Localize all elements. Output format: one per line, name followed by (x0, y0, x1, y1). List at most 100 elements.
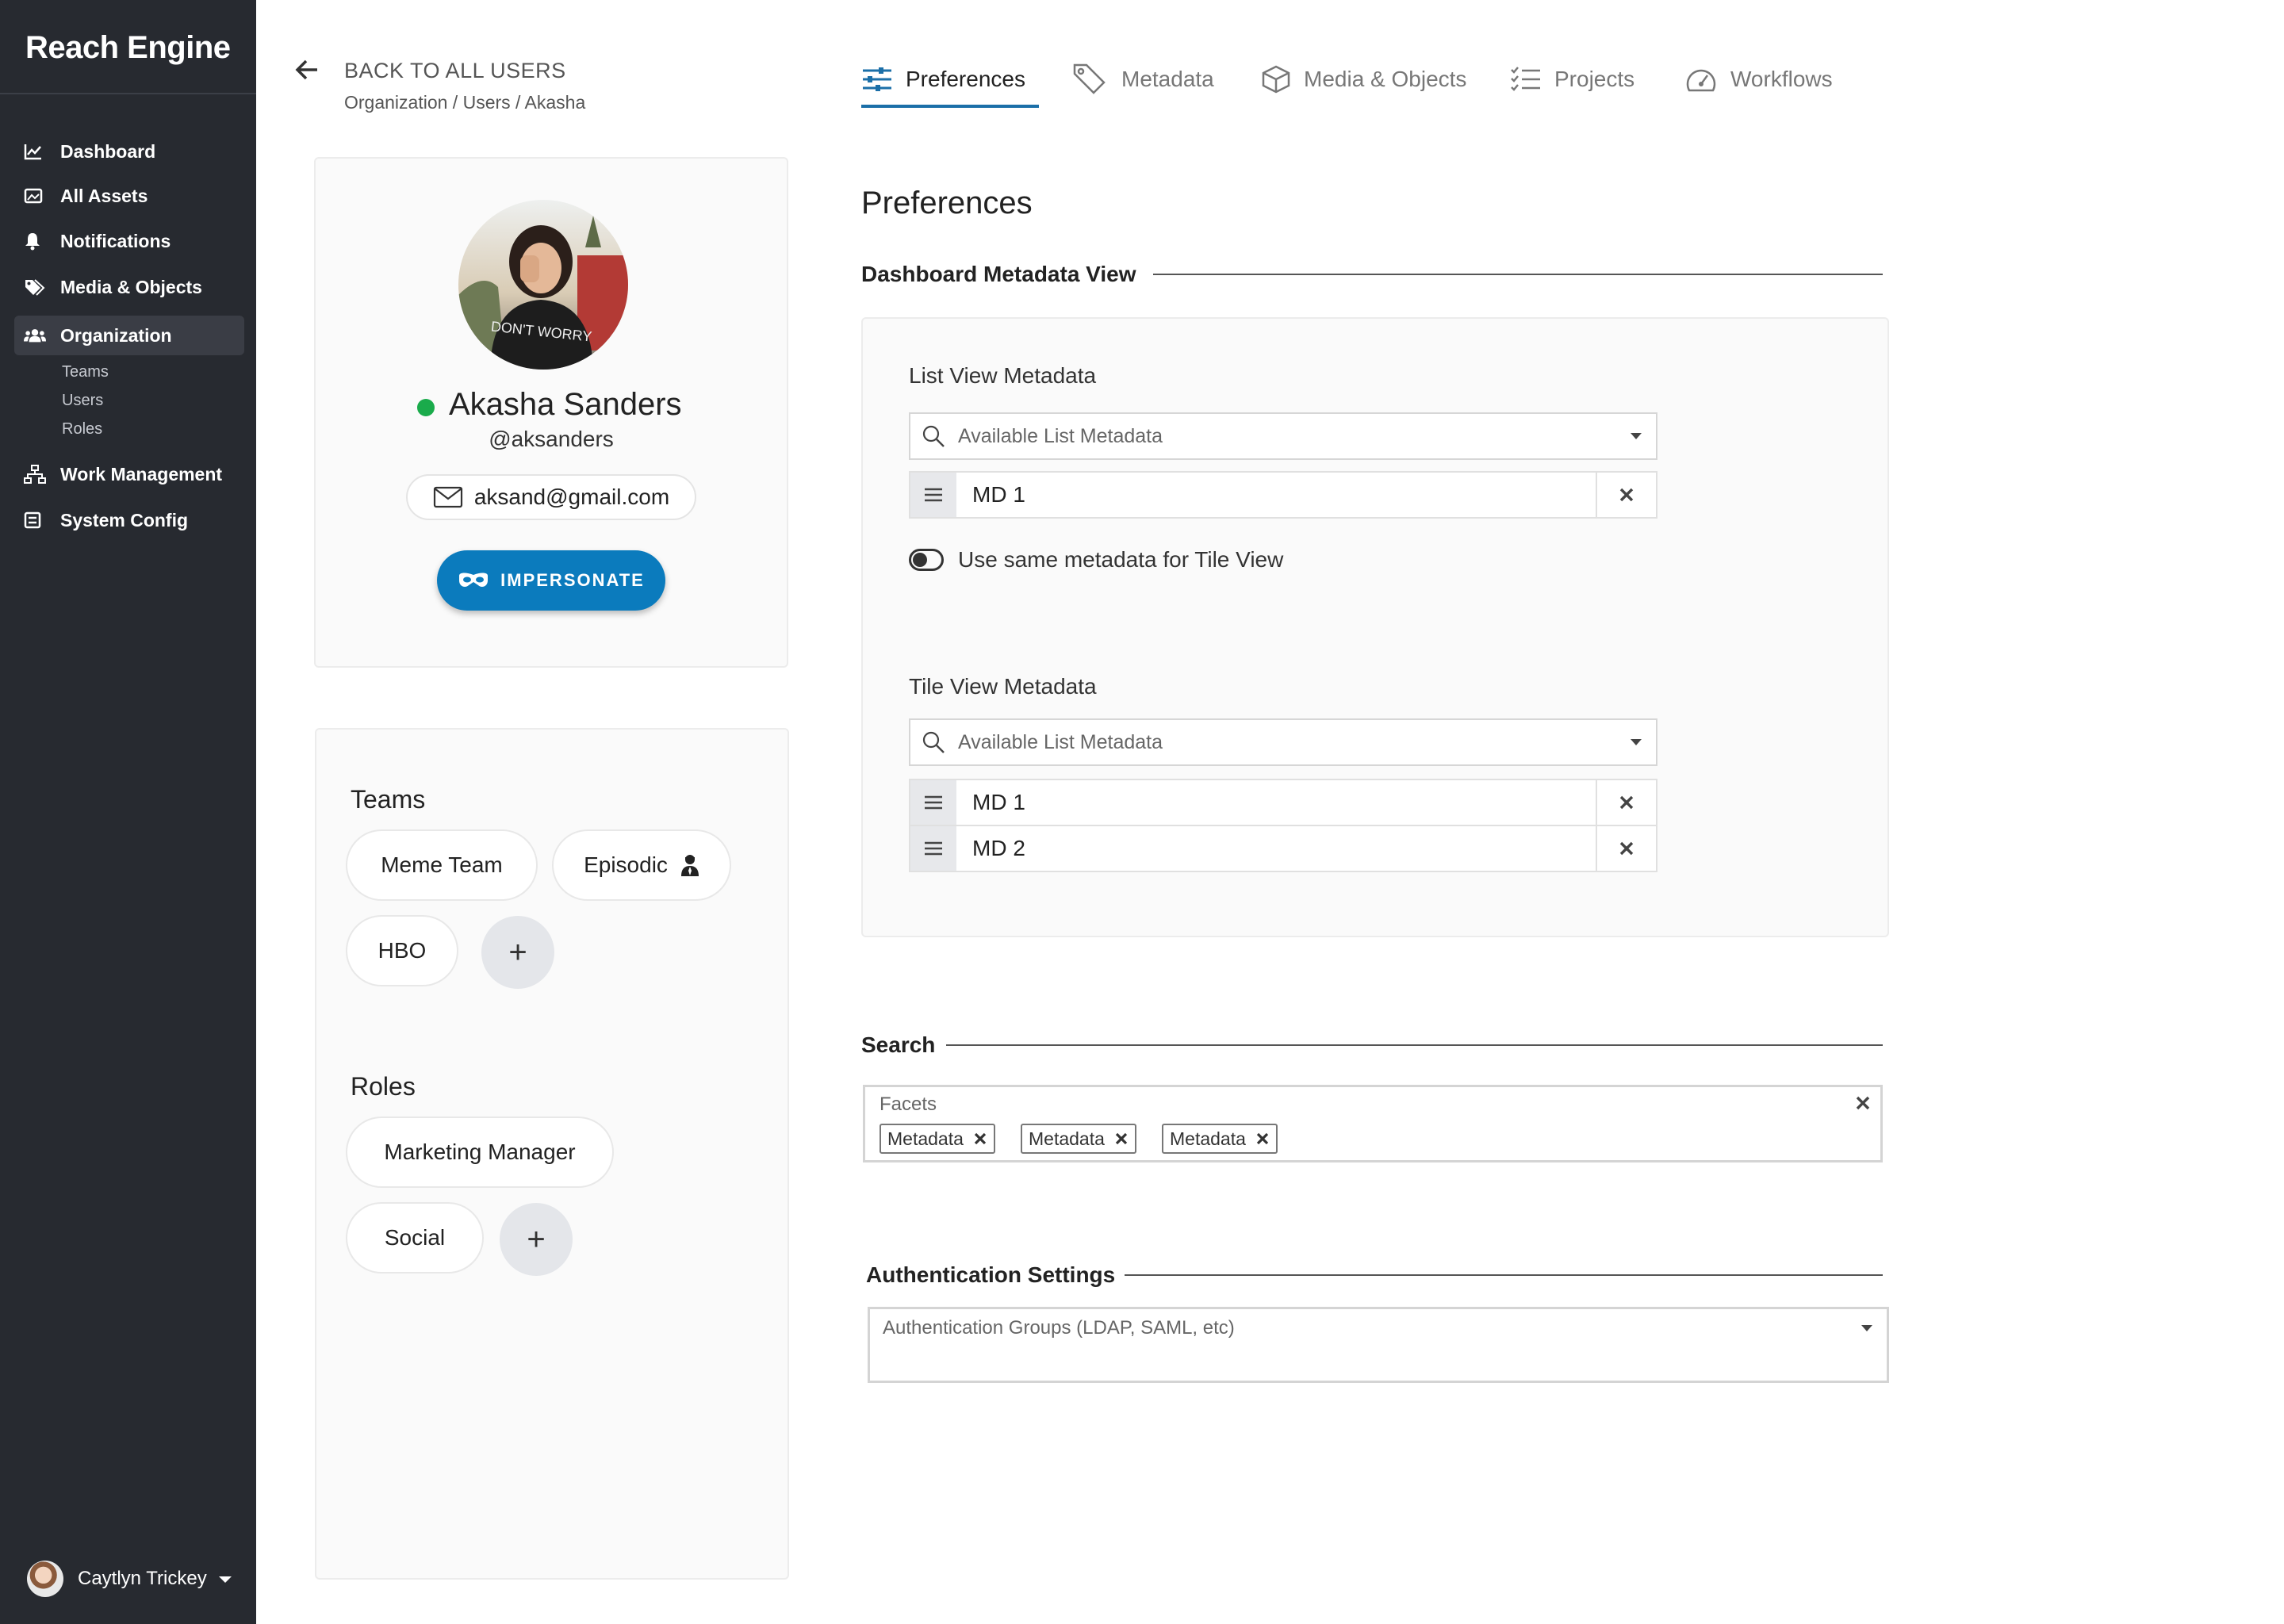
tab-projects[interactable]: Projects (1510, 62, 1634, 97)
drag-handle-icon[interactable] (910, 473, 956, 517)
facets-label: Facets (879, 1094, 937, 1115)
sidebar-item-notifications[interactable]: Notifications (14, 221, 244, 261)
impersonate-button[interactable]: IMPERSONATE (437, 550, 665, 611)
section-heading: Authentication Settings (866, 1262, 1116, 1287)
mask-icon (458, 571, 489, 590)
list-item-label: MD 1 (972, 482, 1025, 507)
facet-tag-label: Metadata (1170, 1128, 1246, 1149)
profile-name: Akasha Sanders (449, 387, 682, 422)
facets-input[interactable]: Facets Metadata Metadata Metadata (863, 1085, 1883, 1162)
toggle-label: Use same metadata for Tile View (958, 547, 1284, 572)
sliders-icon (861, 66, 893, 93)
remove-tag-icon[interactable] (1255, 1132, 1270, 1146)
drag-handle-icon[interactable] (910, 780, 956, 825)
team-chip[interactable]: Episodic (552, 829, 731, 901)
section-divider (946, 1044, 1883, 1046)
role-chip[interactable]: Marketing Manager (346, 1116, 614, 1188)
role-chip-label: Social (384, 1225, 446, 1250)
plus-icon: + (527, 1221, 546, 1257)
active-tab-indicator (861, 105, 1039, 108)
role-chip[interactable]: Social (346, 1202, 484, 1274)
search-section-header: Search (861, 1032, 1883, 1058)
section-heading: Dashboard Metadata View (861, 262, 1136, 286)
remove-icon[interactable] (1596, 780, 1656, 825)
checklist-icon (1510, 66, 1542, 93)
avatar (27, 1561, 63, 1597)
drag-handle-icon[interactable] (910, 826, 956, 871)
section-heading: Search (861, 1032, 936, 1057)
tab-metadata[interactable]: Metadata (1072, 62, 1214, 97)
section-divider (1153, 274, 1883, 275)
sidebar-item-media-objects[interactable]: Media & Objects (14, 267, 244, 307)
section-divider (1125, 1274, 1883, 1276)
gauge-icon (1684, 65, 1718, 94)
user-name: Caytlyn Trickey (78, 1568, 207, 1589)
back-to-users-link[interactable]: BACK TO ALL USERS (344, 59, 566, 83)
config-icon (14, 511, 46, 529)
sidebar-item-label: Media & Objects (60, 276, 202, 297)
tab-media-objects[interactable]: Media & Objects (1261, 62, 1466, 97)
list-view-metadata-select[interactable]: Available List Metadata (909, 412, 1657, 460)
facet-tag: Metadata (1021, 1124, 1136, 1154)
sidebar-item-label: System Config (60, 509, 189, 530)
impersonate-label: IMPERSONATE (500, 570, 645, 590)
page-title: Preferences (861, 186, 1033, 220)
search-icon (922, 424, 945, 448)
remove-tag-icon[interactable] (973, 1132, 987, 1146)
plus-icon: + (508, 934, 527, 970)
toggle-knob (913, 553, 927, 567)
list-item: MD 1 (909, 471, 1657, 519)
auth-groups-select[interactable]: Authentication Groups (LDAP, SAML, etc) (868, 1307, 1889, 1383)
tab-label: Media & Objects (1304, 67, 1467, 91)
tab-label: Workflows (1730, 67, 1833, 91)
tile-view-metadata-select[interactable]: Available List Metadata (909, 718, 1657, 766)
sidebar-item-label: Organization (60, 324, 172, 346)
sidebar-item-dashboard[interactable]: Dashboard (14, 132, 244, 171)
facet-tag: Metadata (879, 1124, 995, 1154)
sidebar-item-work-management[interactable]: Work Management (14, 454, 244, 494)
clear-facets-icon[interactable] (1855, 1095, 1871, 1111)
tag-icon (1072, 63, 1109, 95)
envelope-icon (433, 486, 463, 508)
select-placeholder: Authentication Groups (LDAP, SAML, etc) (883, 1317, 1235, 1339)
tab-label: Metadata (1121, 67, 1214, 91)
team-chip[interactable]: HBO (346, 915, 458, 986)
profile-avatar: DON'T WORRY (458, 200, 628, 370)
select-placeholder: Available List Metadata (958, 730, 1163, 753)
add-team-button[interactable]: + (481, 916, 554, 989)
brand-logo[interactable]: Reach Engine (25, 30, 231, 66)
sidebar-subitem-users[interactable]: Users (62, 392, 103, 410)
same-metadata-toggle-row[interactable]: Use same metadata for Tile View (909, 547, 1283, 573)
team-chip[interactable]: Meme Team (346, 829, 538, 901)
breadcrumb: Organization / Users / Akasha (344, 92, 586, 113)
caret-down-icon (218, 1568, 232, 1590)
facet-tag: Metadata (1162, 1124, 1278, 1154)
tab-preferences[interactable]: Preferences (861, 62, 1025, 97)
sidebar-item-label: All Assets (60, 185, 148, 206)
user-menu[interactable]: Caytlyn Trickey (27, 1559, 232, 1599)
remove-tag-icon[interactable] (1114, 1132, 1129, 1146)
sidebar-item-organization[interactable]: Organization (14, 316, 244, 355)
list-item: MD 1 (909, 779, 1657, 826)
remove-icon[interactable] (1596, 473, 1656, 517)
team-chip-label: Meme Team (381, 852, 503, 877)
same-metadata-toggle[interactable] (909, 549, 944, 571)
users-icon (14, 327, 46, 344)
sidebar-item-all-assets[interactable]: All Assets (14, 176, 244, 216)
sidebar-item-system-config[interactable]: System Config (14, 500, 244, 540)
facet-tag-label: Metadata (1029, 1128, 1105, 1149)
sidebar-item-label: Notifications (60, 230, 171, 251)
tile-view-items: MD 1 MD 2 (909, 779, 1657, 872)
sidebar-subitem-teams[interactable]: Teams (62, 363, 109, 381)
tab-workflows[interactable]: Workflows (1684, 62, 1833, 97)
tab-label: Preferences (906, 67, 1025, 91)
cube-icon (1261, 64, 1291, 94)
dashboard-metadata-section-header: Dashboard Metadata View (861, 262, 1883, 287)
add-role-button[interactable]: + (500, 1203, 573, 1276)
tags-icon (14, 278, 46, 296)
remove-icon[interactable] (1596, 826, 1656, 871)
list-view-label: List View Metadata (909, 363, 1097, 388)
back-arrow-icon[interactable] (295, 59, 319, 85)
email-pill[interactable]: aksand@gmail.com (406, 474, 696, 520)
caret-down-icon (1629, 737, 1643, 747)
